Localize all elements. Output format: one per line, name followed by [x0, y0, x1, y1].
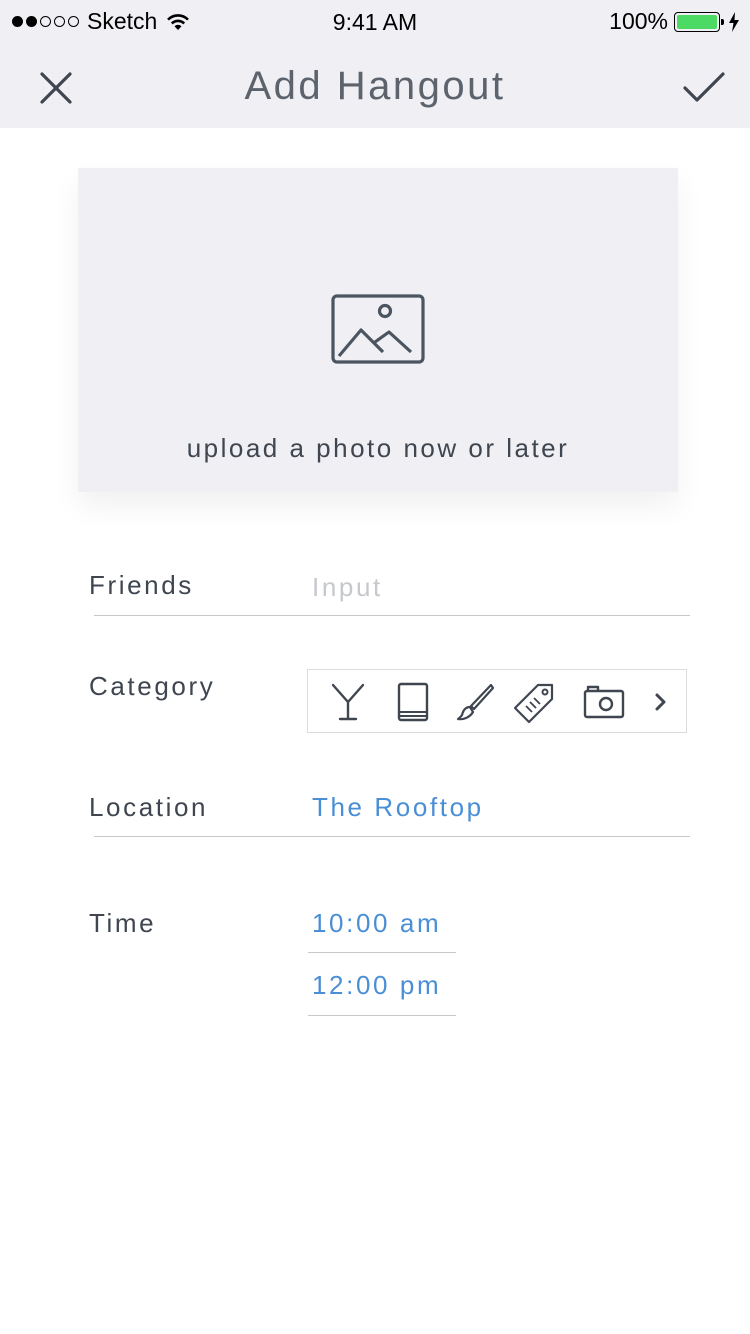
category-label: Category [89, 671, 216, 701]
friends-input[interactable] [312, 569, 688, 605]
cocktail-icon[interactable] [330, 682, 366, 722]
end-time-divider [308, 1015, 456, 1016]
paintbrush-icon[interactable] [455, 682, 495, 722]
battery-icon [674, 11, 724, 32]
friends-divider [94, 615, 690, 616]
status-bar: Sketch 9:41 AM 100% [0, 0, 750, 44]
upload-photo-label: upload a photo now or later [186, 433, 570, 463]
photo-upload-area[interactable]: upload a photo now or later [78, 168, 678, 492]
checkmark-icon [683, 72, 725, 102]
location-value[interactable]: The Rooftop [312, 792, 484, 823]
friends-label: Friends [89, 570, 194, 600]
tag-icon[interactable] [512, 682, 556, 726]
status-right: 100% [609, 8, 740, 35]
start-time-divider [308, 952, 456, 953]
page-title: Add Hangout [244, 64, 506, 108]
book-icon[interactable] [396, 682, 430, 722]
navigation-bar: Add Hangout [0, 44, 750, 128]
category-picker [307, 669, 687, 733]
location-divider [94, 836, 690, 837]
image-icon [331, 294, 425, 364]
location-label: Location [89, 792, 209, 822]
start-time-value[interactable]: 10:00 am [312, 908, 441, 939]
chevron-right-icon[interactable] [654, 692, 668, 712]
time-label: Time [89, 908, 157, 938]
charging-bolt-icon [729, 11, 739, 32]
battery-percent: 100% [609, 8, 668, 34]
end-time-value[interactable]: 12:00 pm [312, 970, 441, 1001]
camera-icon[interactable] [582, 684, 626, 720]
done-button[interactable] [682, 66, 726, 110]
